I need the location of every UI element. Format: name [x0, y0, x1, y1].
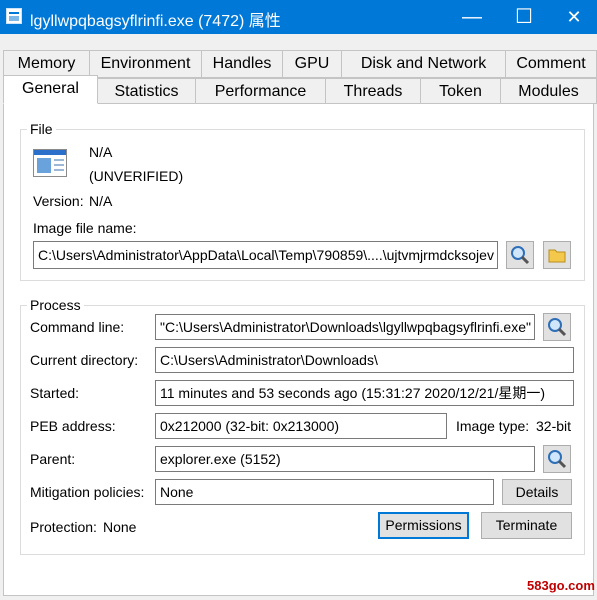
- close-button[interactable]: ✕: [551, 0, 597, 34]
- mitigation-policies-label: Mitigation policies:: [30, 484, 145, 500]
- file-company: (UNVERIFIED): [89, 168, 184, 184]
- peb-address-label: PEB address:: [30, 418, 116, 434]
- executable-file-icon: [33, 149, 67, 177]
- inspect-command-line-button[interactable]: [543, 313, 571, 341]
- tab-comment[interactable]: Comment: [505, 50, 597, 78]
- tab-handles[interactable]: Handles: [201, 50, 283, 78]
- details-button[interactable]: Details: [502, 479, 572, 505]
- maximize-button[interactable]: ☐: [501, 0, 547, 34]
- tab-environment[interactable]: Environment: [89, 50, 202, 78]
- magnifier-icon: [511, 246, 530, 265]
- window-title: lgyllwpqbagsyflrinfi.exe (7472) 属性: [30, 13, 281, 30]
- parent-field[interactable]: explorer.exe (5152): [155, 446, 535, 472]
- current-directory-field[interactable]: C:\Users\Administrator\Downloads\: [155, 347, 574, 373]
- command-line-field[interactable]: "C:\Users\Administrator\Downloads\lgyllw…: [155, 314, 535, 340]
- version-value: N/A: [89, 193, 113, 209]
- file-group-legend: File: [30, 121, 53, 137]
- current-directory-label: Current directory:: [30, 352, 139, 368]
- inspect-image-button[interactable]: [506, 241, 534, 269]
- protection-value: None: [103, 519, 137, 535]
- folder-icon: [548, 249, 566, 263]
- mitigation-policies-field[interactable]: None: [155, 479, 494, 505]
- inspect-parent-button[interactable]: [543, 445, 571, 473]
- process-group-legend: Process: [30, 297, 81, 313]
- minimize-button[interactable]: —: [449, 0, 495, 34]
- tab-token[interactable]: Token: [420, 78, 501, 104]
- tab-statistics[interactable]: Statistics: [97, 78, 196, 104]
- tab-general[interactable]: General: [3, 75, 98, 104]
- peb-address-field[interactable]: 0x212000 (32-bit: 0x213000): [155, 413, 447, 439]
- tab-memory[interactable]: Memory: [3, 50, 90, 78]
- tab-disk-and-network[interactable]: Disk and Network: [341, 50, 506, 78]
- started-field[interactable]: 11 minutes and 53 seconds ago (15:31:27 …: [155, 380, 574, 406]
- tab-performance[interactable]: Performance: [195, 78, 326, 104]
- magnifier-icon: [548, 450, 567, 469]
- tab-gpu[interactable]: GPU: [282, 50, 342, 78]
- image-type-label: Image type:: [456, 418, 530, 434]
- image-file-name-field[interactable]: C:\Users\Administrator\AppData\Local\Tem…: [33, 241, 498, 269]
- protection-label: Protection:: [30, 519, 97, 535]
- title-bar: lgyllwpqbagsyflrinfi.exe (7472) 属性 — ☐ ✕: [0, 0, 597, 34]
- image-type-value: 32-bit: [536, 418, 572, 434]
- parent-label: Parent:: [30, 451, 76, 467]
- tab-threads[interactable]: Threads: [325, 78, 421, 104]
- magnifier-icon: [548, 318, 567, 337]
- app-window-icon: [6, 8, 22, 24]
- file-description: N/A: [89, 144, 113, 160]
- tab-modules[interactable]: Modules: [500, 78, 597, 104]
- terminate-button[interactable]: Terminate: [481, 512, 572, 539]
- started-label: Started:: [30, 385, 80, 401]
- image-file-name-label: Image file name:: [33, 220, 137, 236]
- open-folder-button[interactable]: [543, 241, 571, 269]
- version-label: Version:: [33, 193, 84, 209]
- command-line-label: Command line:: [30, 319, 125, 335]
- site-watermark: 583go.com: [527, 578, 595, 593]
- permissions-button[interactable]: Permissions: [378, 512, 469, 539]
